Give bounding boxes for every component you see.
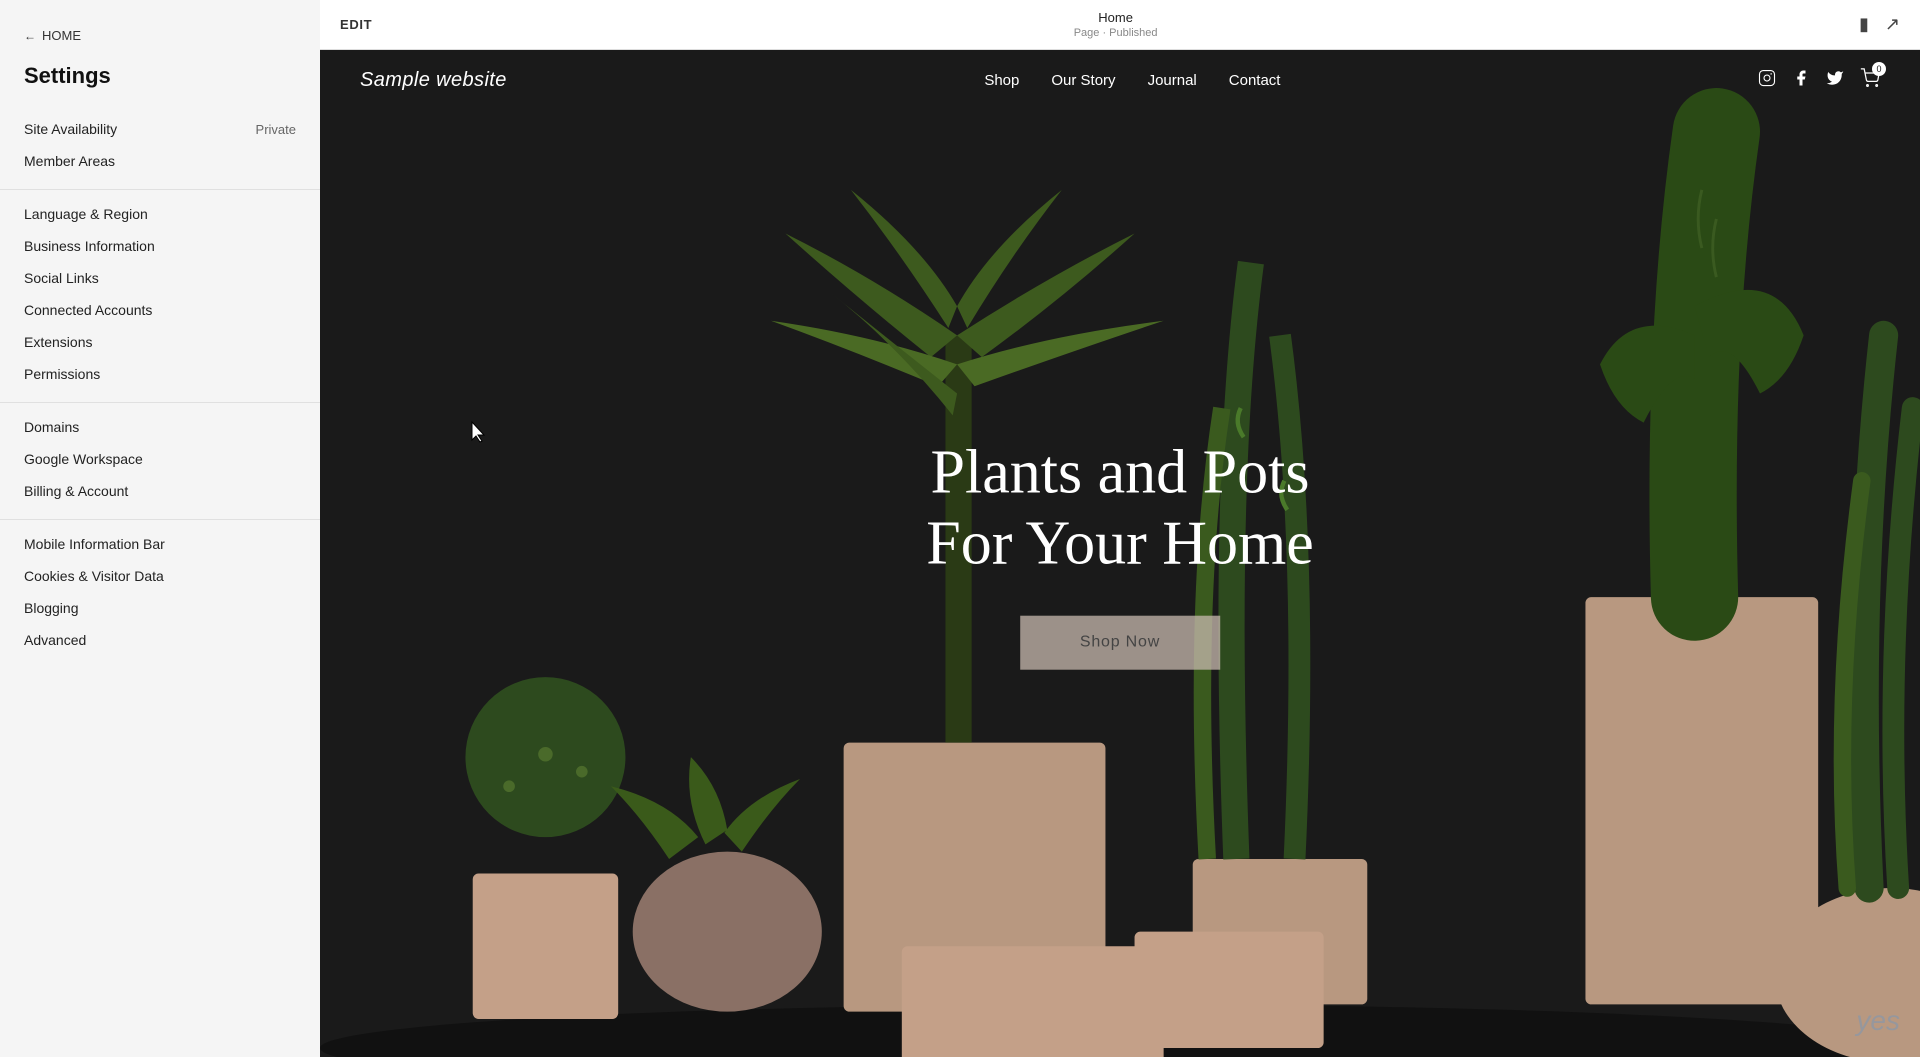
advanced-label: Advanced	[24, 632, 86, 648]
cursor	[468, 420, 492, 449]
sidebar-item-permissions[interactable]: Permissions	[0, 358, 320, 390]
nav-item-contact[interactable]: Contact	[1229, 72, 1281, 89]
sidebar-item-extensions[interactable]: Extensions	[0, 326, 320, 358]
hero-content: Plants and Pots For Your Home Shop Now	[926, 437, 1314, 670]
sidebar-item-blogging[interactable]: Blogging	[0, 592, 320, 624]
cart-icon[interactable]: 0	[1860, 68, 1880, 93]
business-information-label: Business Information	[24, 238, 155, 254]
external-link-icon[interactable]: ↗	[1885, 14, 1900, 35]
sidebar-item-billing-account[interactable]: Billing & Account	[0, 475, 320, 507]
sidebar-item-site-availability[interactable]: Site Availability Private	[0, 113, 320, 145]
back-arrow-icon: ←	[24, 29, 36, 43]
twitter-icon[interactable]	[1826, 69, 1844, 92]
site-menu: Shop Our Story Journal Contact	[984, 72, 1280, 89]
member-areas-label: Member Areas	[24, 153, 115, 169]
shop-now-button[interactable]: Shop Now	[1020, 616, 1220, 670]
extensions-label: Extensions	[24, 334, 92, 350]
facebook-icon[interactable]	[1792, 69, 1810, 92]
site-social: 0	[1758, 68, 1880, 93]
site-nav: Sample website Shop Our Story Journal Co…	[320, 50, 1920, 110]
sidebar-item-member-areas[interactable]: Member Areas	[0, 145, 320, 177]
hero-title: Plants and Pots For Your Home	[926, 437, 1314, 580]
social-links-label: Social Links	[24, 270, 99, 286]
billing-account-label: Billing & Account	[24, 483, 128, 499]
domains-label: Domains	[24, 419, 79, 435]
watermark: yes	[1856, 1005, 1900, 1037]
nav-item-journal[interactable]: Journal	[1148, 72, 1197, 89]
cookies-visitor-data-label: Cookies & Visitor Data	[24, 568, 164, 584]
sidebar-item-cookies-visitor-data[interactable]: Cookies & Visitor Data	[0, 560, 320, 592]
back-label: HOME	[42, 28, 81, 43]
toolbar-right: ▮ ↗	[1859, 14, 1900, 35]
nav-item-our-story[interactable]: Our Story	[1051, 72, 1115, 89]
page-name: Home	[1098, 10, 1133, 25]
settings-sidebar: ← HOME Settings Site Availability Privat…	[0, 0, 320, 1057]
blogging-label: Blogging	[24, 600, 79, 616]
language-region-label: Language & Region	[24, 206, 148, 222]
page-status: Page · Published	[1074, 27, 1158, 39]
sidebar-item-advanced[interactable]: Advanced	[0, 624, 320, 656]
sidebar-item-business-information[interactable]: Business Information	[0, 230, 320, 262]
sidebar-item-connected-accounts[interactable]: Connected Accounts	[0, 294, 320, 326]
back-to-home[interactable]: ← HOME	[0, 20, 320, 59]
preview-toolbar: EDIT Home Page · Published ▮ ↗	[320, 0, 1920, 50]
website-preview: Sample website Shop Our Story Journal Co…	[320, 50, 1920, 1057]
nav-item-shop[interactable]: Shop	[984, 72, 1019, 89]
sidebar-section-4: Mobile Information Bar Cookies & Visitor…	[0, 524, 320, 668]
sidebar-section-1: Site Availability Private Member Areas	[0, 109, 320, 190]
sidebar-section-2: Language & Region Business Information S…	[0, 194, 320, 403]
site-availability-label: Site Availability	[24, 121, 117, 137]
sidebar-item-language-region[interactable]: Language & Region	[0, 198, 320, 230]
permissions-label: Permissions	[24, 366, 100, 382]
toolbar-center: Home Page · Published	[1074, 10, 1158, 39]
instagram-icon[interactable]	[1758, 69, 1776, 92]
site-logo: Sample website	[360, 69, 507, 92]
mobile-info-bar-label: Mobile Information Bar	[24, 536, 165, 552]
cart-count: 0	[1872, 62, 1886, 76]
mobile-preview-icon[interactable]: ▮	[1859, 14, 1869, 35]
sidebar-item-social-links[interactable]: Social Links	[0, 262, 320, 294]
google-workspace-label: Google Workspace	[24, 451, 143, 467]
settings-title: Settings	[0, 59, 320, 109]
sidebar-item-mobile-info-bar[interactable]: Mobile Information Bar	[0, 528, 320, 560]
sidebar-item-google-workspace[interactable]: Google Workspace	[0, 443, 320, 475]
content-area: EDIT Home Page · Published ▮ ↗ Sample we…	[320, 0, 1920, 1057]
connected-accounts-label: Connected Accounts	[24, 302, 152, 318]
edit-button[interactable]: EDIT	[340, 17, 372, 32]
site-availability-badge: Private	[256, 122, 296, 137]
sidebar-section-3: Domains Google Workspace Billing & Accou…	[0, 407, 320, 520]
sidebar-item-domains[interactable]: Domains	[0, 411, 320, 443]
